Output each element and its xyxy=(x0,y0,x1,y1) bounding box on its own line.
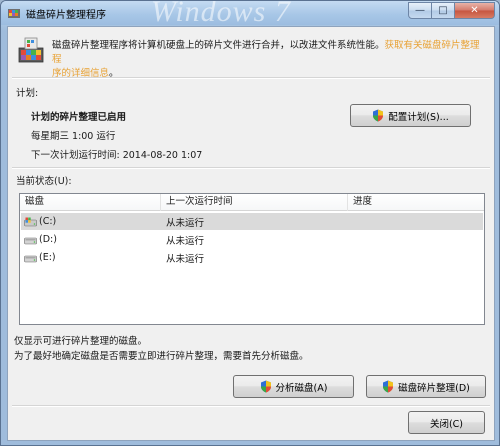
description-text: 磁盘碎片整理程序将计算机硬盘上的碎片文件进行合并，以改进文件系统性能。 xyxy=(52,40,385,51)
title-watermark: Windows 7 xyxy=(151,0,291,28)
window-title: 磁盘碎片整理程序 xyxy=(26,10,106,21)
maximize-icon: □ xyxy=(438,5,448,16)
disk-cell: (C:) xyxy=(21,216,162,227)
column-header-progress[interactable]: 进度 xyxy=(348,194,484,211)
uac-shield-icon xyxy=(260,380,271,393)
maximize-button[interactable]: □ xyxy=(432,2,455,19)
system-drive-icon xyxy=(24,217,37,226)
header-description: 磁盘碎片整理程序将计算机硬盘上的碎片文件进行合并，以改进文件系统性能。获取有关磁… xyxy=(52,39,488,81)
uac-shield-icon xyxy=(373,109,384,122)
schedule-next-run: 下一次计划运行时间: 2014-08-20 1:07 xyxy=(31,150,203,161)
disk-row-d[interactable]: (D:) 从未运行 xyxy=(21,231,483,248)
last-run-cell: 从未运行 xyxy=(166,253,205,265)
defrag-window: Windows 7 磁盘碎片整理程序 — □ ✕ 磁盘碎片整理程序将计算机硬盘上… xyxy=(0,0,500,446)
current-status-label: 当前状态(U): xyxy=(16,176,72,187)
analyze-disk-button[interactable]: 分析磁盘(A) xyxy=(233,375,354,398)
configure-schedule-button[interactable]: 配置计划(S)... xyxy=(350,104,471,127)
analyze-disk-label: 分析磁盘(A) xyxy=(275,382,328,394)
disk-row-c[interactable]: (C:) 从未运行 xyxy=(21,213,483,230)
hard-drive-icon xyxy=(24,255,37,262)
close-icon: ✕ xyxy=(470,5,479,16)
disk-cell: (E:) xyxy=(21,252,162,263)
disk-name: (E:) xyxy=(39,252,56,263)
column-header-disk[interactable]: 磁盘 xyxy=(20,194,161,211)
header-separator xyxy=(12,77,490,79)
defragment-disk-button[interactable]: 磁盘碎片整理(D) xyxy=(366,375,486,398)
close-dialog-label: 关闭(C) xyxy=(429,418,464,430)
defrag-header-icon xyxy=(18,37,44,63)
last-run-cell: 从未运行 xyxy=(166,217,205,229)
caption-buttons: — □ ✕ xyxy=(408,2,495,19)
close-dialog-button[interactable]: 关闭(C) xyxy=(408,411,485,434)
hard-drive-icon xyxy=(24,237,37,244)
close-window-button[interactable]: ✕ xyxy=(455,2,495,19)
disk-name: (D:) xyxy=(39,234,57,245)
schedule-frequency: 每星期三 1:00 运行 xyxy=(31,131,116,142)
configure-schedule-label: 配置计划(S)... xyxy=(388,111,449,123)
title-bar[interactable]: Windows 7 磁盘碎片整理程序 — □ ✕ xyxy=(1,1,499,28)
footer-separator xyxy=(12,405,490,407)
disk-list[interactable]: 磁盘 上一次运行时间 进度 (C:) 从未运行 (D:) 从未运行 (E:) 从… xyxy=(19,193,485,325)
footer-note-disks: 仅显示可进行碎片整理的磁盘。 xyxy=(14,336,148,347)
footer-note-analyze: 为了最好地确定磁盘是否需要立即进行碎片整理，需要首先分析磁盘。 xyxy=(14,351,309,362)
disk-row-e[interactable]: (E:) 从未运行 xyxy=(21,249,483,266)
minimize-icon: — xyxy=(415,5,425,16)
column-header-last-run[interactable]: 上一次运行时间 xyxy=(161,194,348,211)
minimize-button[interactable]: — xyxy=(408,2,432,19)
dialog-client-area: 磁盘碎片整理程序将计算机硬盘上的碎片文件进行合并，以改进文件系统性能。获取有关磁… xyxy=(7,26,495,441)
disk-name: (C:) xyxy=(39,216,57,227)
last-run-cell: 从未运行 xyxy=(166,235,205,247)
schedule-status: 计划的碎片整理已启用 xyxy=(31,112,127,123)
uac-shield-icon xyxy=(383,380,394,393)
schedule-separator xyxy=(12,167,490,169)
defrag-app-icon xyxy=(8,9,20,18)
disk-list-header: 磁盘 上一次运行时间 进度 xyxy=(20,194,484,211)
schedule-section-label: 计划: xyxy=(16,88,39,99)
defragment-disk-label: 磁盘碎片整理(D) xyxy=(398,382,470,394)
disk-cell: (D:) xyxy=(21,234,162,245)
